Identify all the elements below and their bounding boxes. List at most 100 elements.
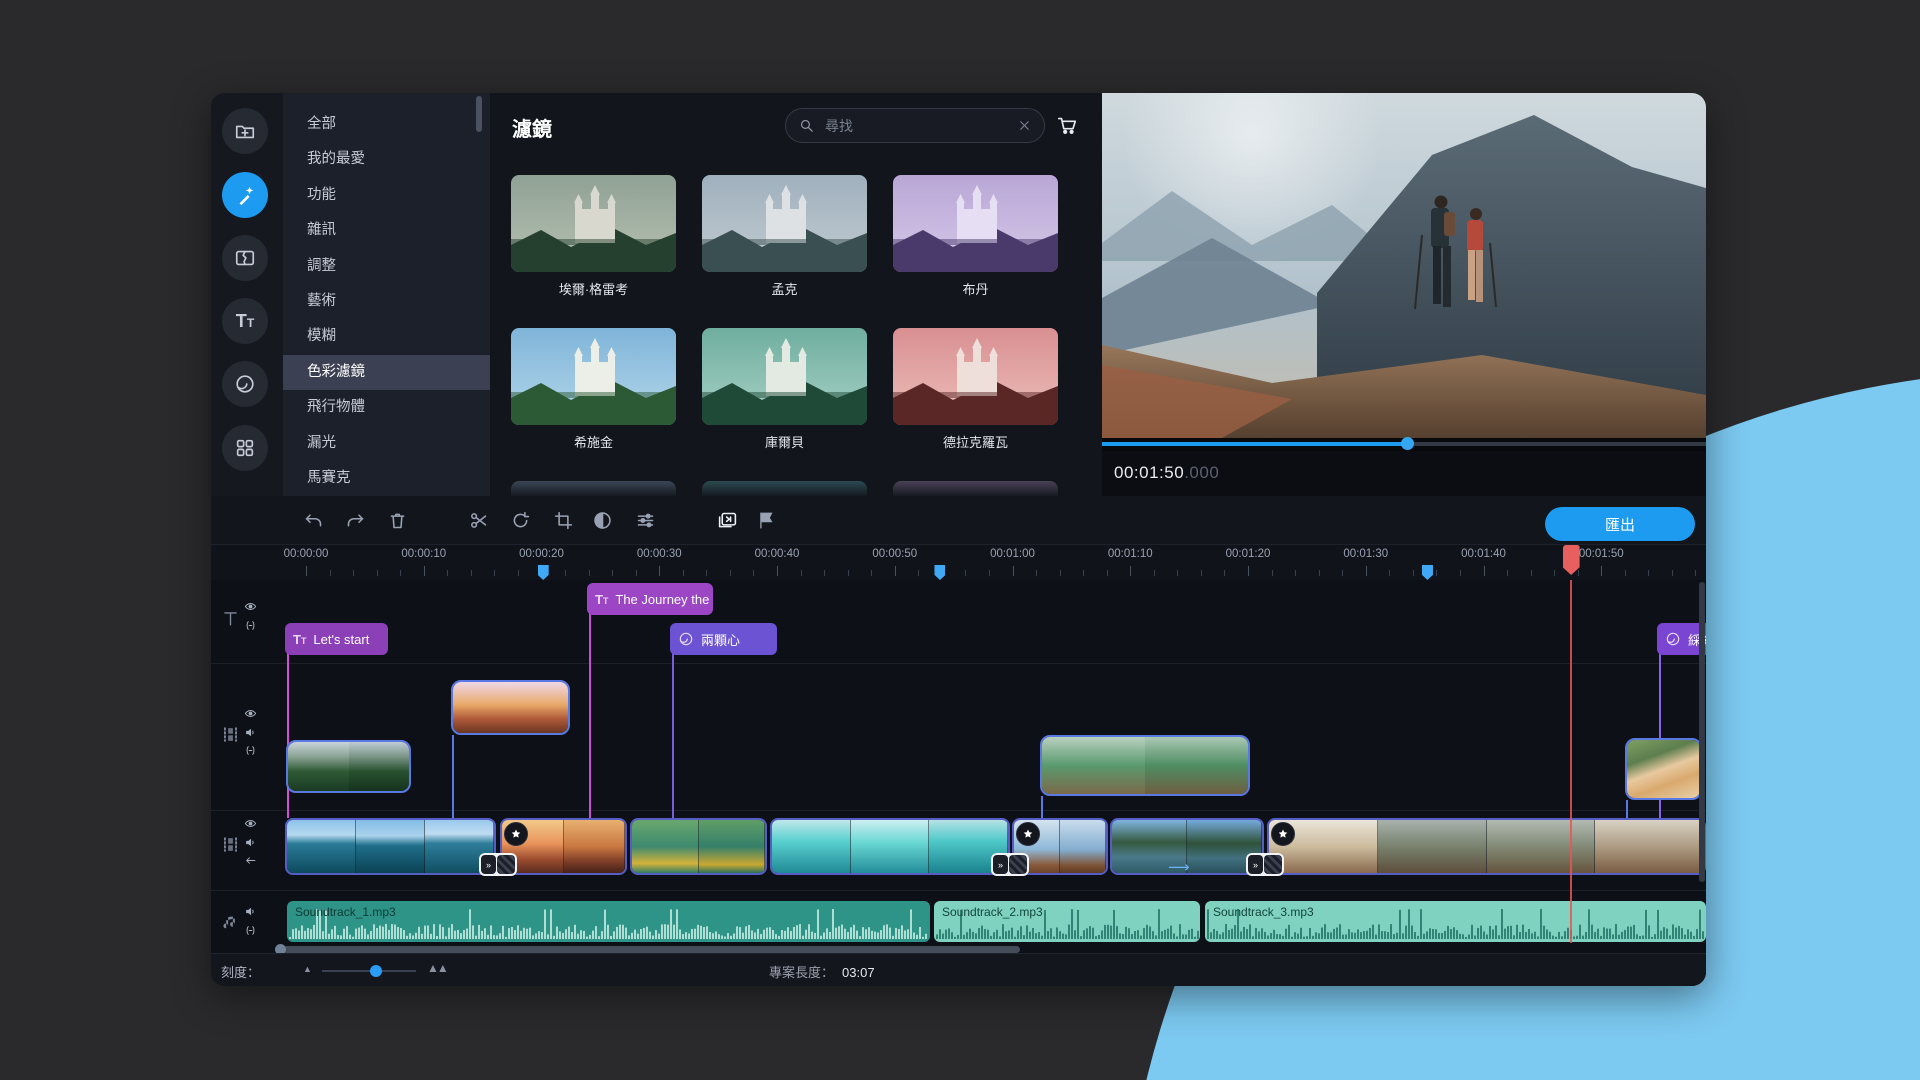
scale-label: 刻度： [221,965,261,980]
playhead-line[interactable] [1569,580,1572,943]
sliders-button[interactable] [635,510,656,531]
audio-clip[interactable]: Soundtrack_3.mp3 [1205,901,1706,942]
zoom-in-icon[interactable]: ▲▲ [427,961,449,975]
ruler-tick [1671,570,1673,576]
track-speaker-toggle[interactable] [244,905,257,918]
lake-aerial-clip[interactable] [285,818,496,875]
category-item-4[interactable]: 雜訊 [283,213,490,248]
category-item-1[interactable]: 全部 [283,107,490,142]
rail-more-tools-button[interactable] [222,425,268,471]
filter-card[interactable]: 庫爾貝 [702,328,867,451]
ruler-timestamp: 00:00:30 [636,548,682,560]
ruler-timestamp: 00:01:40 [1461,548,1506,560]
hikers-clip[interactable] [1267,818,1706,875]
transition-badge[interactable]: » [991,853,1029,876]
ruler-tick [1459,570,1461,576]
wave-clip[interactable] [770,818,1010,875]
player-controls: 00:01:50.000 16:9 [1102,451,1706,497]
rail-filters-button[interactable] [222,172,268,218]
ruler-tick [1130,566,1132,576]
rail-stickers-button[interactable] [222,361,268,407]
category-item-11[interactable]: 馬賽克 [283,461,490,496]
ruler-timestamp: 00:01:20 [1225,548,1271,560]
flag-button[interactable] [755,510,776,531]
category-item-3[interactable]: 功能 [283,178,490,213]
people-sunset-clip[interactable] [451,680,570,735]
vertical-scrollbar[interactable] [1699,582,1705,882]
clip-frame [850,820,930,873]
timeline-marker[interactable] [537,565,549,580]
rail-transitions-button[interactable] [222,235,268,281]
filter-card[interactable]: 德拉克羅瓦 [893,328,1058,451]
title-clip[interactable]: 兩顆心 [670,623,777,655]
clip-frame [348,742,409,791]
scissors-button[interactable] [468,510,489,531]
filter-card[interactable]: 布丹 [893,175,1058,298]
clip-frame [698,820,765,873]
category-item-7[interactable]: 模糊 [283,319,490,354]
clip-frame [772,820,851,873]
rail-add-media-button[interactable] [222,108,268,154]
kayak-clip[interactable] [630,818,767,875]
ruler-tick [423,566,425,576]
filter-card[interactable]: 希施金 [511,328,676,451]
category-item-6[interactable]: 藝術 [283,284,490,319]
filter-thumbnail-partial[interactable] [511,481,676,497]
category-item-9[interactable]: 飛行物體 [283,390,490,425]
track-link-toggle[interactable] [244,744,257,757]
trash-button[interactable] [387,510,408,531]
transition-chevron-icon: » [1248,855,1263,874]
track-link-toggle[interactable] [244,619,257,632]
track-link-toggle[interactable] [244,924,257,937]
track-arrow-left-toggle[interactable] [244,854,257,867]
audio-clip[interactable]: Soundtrack_1.mp3 [287,901,930,942]
filter-thumbnail-partial[interactable] [893,481,1058,497]
horizontal-scrollbar[interactable] [275,944,1020,955]
audio-clip[interactable]: Soundtrack_2.mp3 [934,901,1200,942]
transition-chevron-icon: » [481,855,496,874]
category-scrollbar[interactable] [476,96,482,132]
category-item-10[interactable]: 漏光 [283,426,490,461]
timeline-zoom-slider[interactable] [322,965,416,977]
wizard-button[interactable] [717,510,738,531]
zoom-out-icon[interactable]: ▲ [303,964,312,974]
redo-button[interactable] [345,510,366,531]
undo-button[interactable] [303,510,324,531]
rotate-button[interactable] [510,510,531,531]
current-timecode: 00:01:50.000 [1114,463,1220,482]
track-eye-toggle[interactable] [244,600,257,613]
category-item-8[interactable]: 色彩濾鏡 [283,354,490,390]
seek-knob[interactable] [1401,437,1414,450]
crop-button[interactable] [553,510,574,531]
category-item-5[interactable]: 調整 [283,249,490,284]
timeline-marker[interactable] [934,565,946,580]
ruler-tick [306,566,307,576]
category-item-2[interactable]: 我的最愛 [283,142,490,177]
ruler-tick [1648,570,1650,576]
track-eye-toggle[interactable] [244,817,257,830]
ruler-timestamp: 00:00:00 [283,548,329,560]
mountains-clip[interactable] [286,740,411,793]
roadtrip-clip[interactable] [1040,735,1250,796]
filter-thumbnail-partial[interactable] [702,481,867,497]
ruler-tick [1224,570,1226,576]
transition-badge[interactable]: » [479,853,517,876]
timeline-zoom-knob[interactable] [370,965,382,977]
seek-bar[interactable] [1102,437,1706,450]
track-speaker-toggle[interactable] [244,836,257,849]
filter-card[interactable]: 孟克 [702,175,867,298]
track-speaker-toggle[interactable] [244,726,257,739]
ruler-tick [517,570,519,576]
timeline-ruler[interactable]: 00:00:00 00:00:10 00:00:20 00:00:30 00:00:40… [211,545,1706,580]
export-button[interactable]: 匯出 [1545,507,1695,541]
contrast-button[interactable] [592,510,613,531]
rail-titles-button[interactable]: TT [222,298,268,344]
title-clip[interactable]: TT Let's start [285,623,388,655]
webcam-clip[interactable] [1625,738,1702,800]
title-clip[interactable]: TT The Journey the e [587,583,713,615]
filter-card[interactable]: 埃爾·格雷考 [511,175,676,298]
ruler-timestamp: 00:00:50 [872,548,918,560]
track-eye-toggle[interactable] [244,707,257,720]
timeline-marker[interactable] [1421,565,1433,580]
transition-badge[interactable]: » [1246,853,1284,876]
